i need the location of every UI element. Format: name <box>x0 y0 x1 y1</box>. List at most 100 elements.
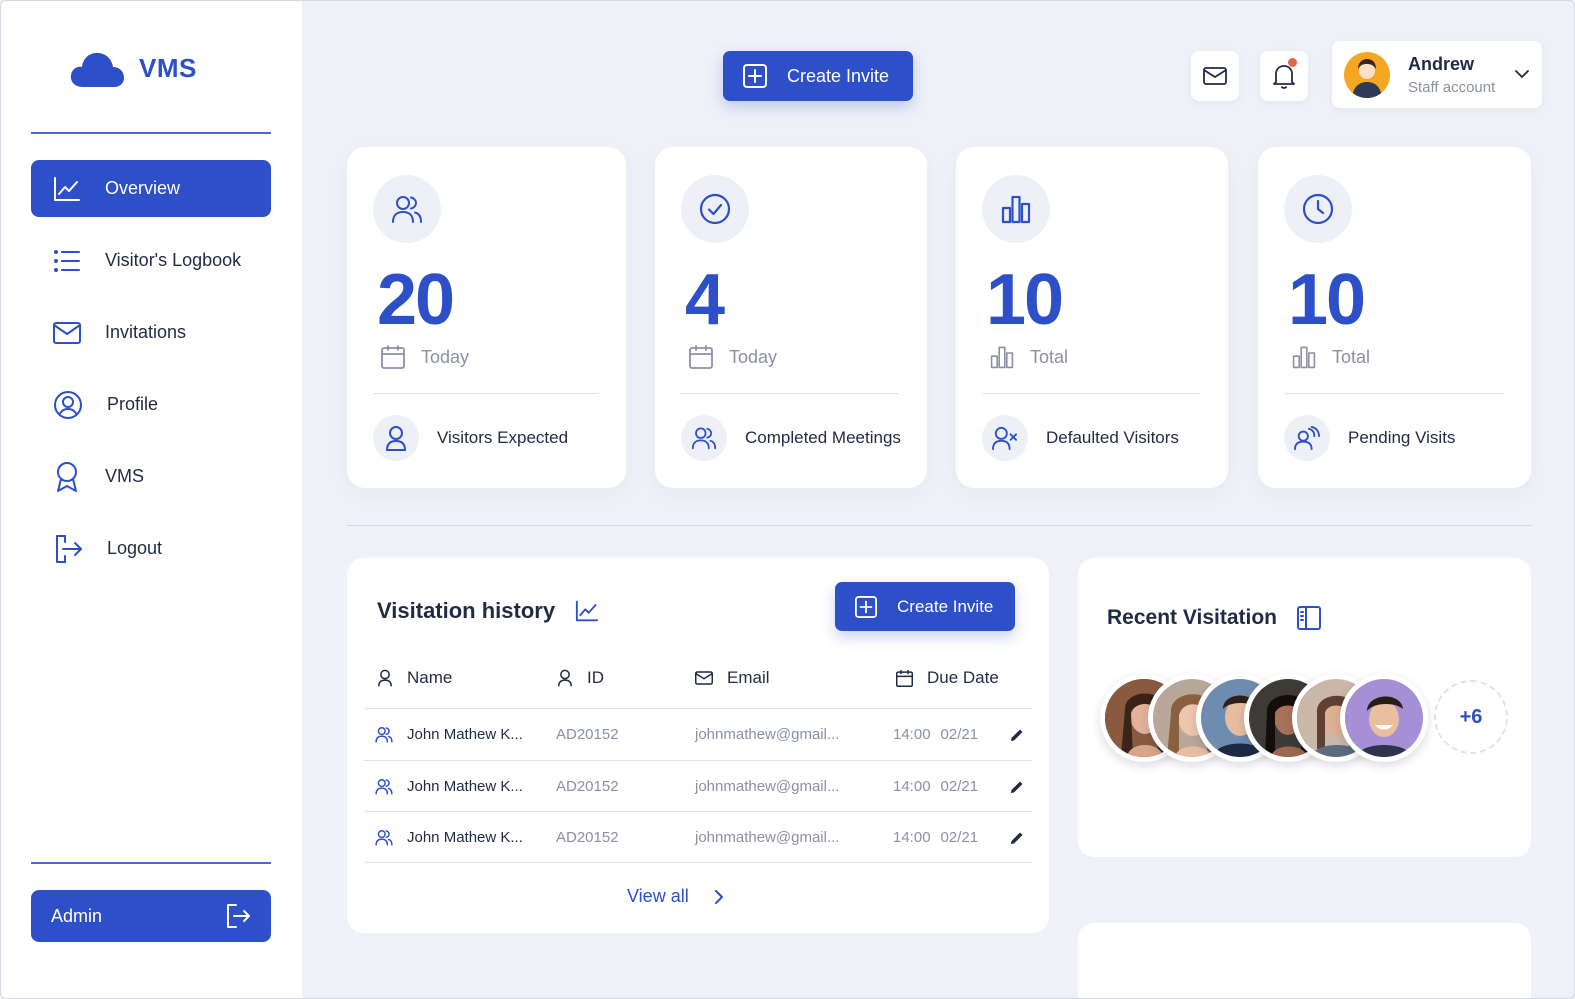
stat-divider <box>982 393 1200 394</box>
stat-footer: Visitors Expected <box>373 415 568 461</box>
stat-card-defaulted-visitors[interactable]: 10 Total Defaulted Visitors <box>956 147 1228 488</box>
stat-label: Defaulted Visitors <box>1046 428 1179 447</box>
user-role: Staff account <box>1408 78 1496 96</box>
logo[interactable]: VMS <box>69 47 197 89</box>
column-header-name[interactable]: Name <box>377 668 452 688</box>
user-circle-icon <box>54 390 82 419</box>
table-row[interactable]: John Mathew K... AD20152 johnmathew@gmai… <box>347 812 1049 863</box>
sidebar-layout-icon <box>1297 606 1321 630</box>
history-create-invite-button[interactable]: Create Invite <box>835 582 1015 631</box>
users-icon <box>375 830 393 846</box>
stat-card-completed-meetings[interactable]: 4 Today Completed Meetings <box>655 147 927 488</box>
stat-card-visitors-expected[interactable]: 20 Today Visitors Expected <box>347 147 626 488</box>
stat-icon <box>373 175 441 243</box>
create-invite-button[interactable]: Create Invite <box>723 51 913 101</box>
sidebar-item-overview[interactable]: Overview <box>31 160 271 217</box>
visitor-avatar-stack: +6 <box>1100 674 1520 764</box>
stat-period: Total <box>1292 345 1370 369</box>
sidebar-item-vms[interactable]: VMS <box>31 448 271 505</box>
logout-icon <box>227 904 250 928</box>
stat-period-label: Total <box>1332 346 1371 367</box>
avatar <box>1344 51 1390 98</box>
column-header-id[interactable]: ID <box>557 668 604 688</box>
column-header-label: ID <box>587 668 604 687</box>
user-icon <box>378 669 392 687</box>
stat-footer: Completed Meetings <box>681 415 901 461</box>
cell-name-text: John Mathew K... <box>407 778 523 795</box>
stat-period-label: Today <box>729 346 778 367</box>
user-icon <box>558 669 572 687</box>
sidebar-divider-top <box>31 132 271 134</box>
stat-period-label: Total <box>1030 346 1069 367</box>
mail-button[interactable] <box>1191 51 1239 101</box>
sidebar-item-profile[interactable]: Profile <box>31 376 271 433</box>
cell-date: 02/21 <box>940 778 979 795</box>
stat-label: Completed Meetings <box>745 428 901 447</box>
logo-text: VMS <box>139 52 197 83</box>
mail-icon <box>1203 67 1227 85</box>
stat-card-pending-visits[interactable]: 10 Total Pending Visits <box>1258 147 1531 488</box>
stat-icon <box>681 175 749 243</box>
visitation-history-panel: Visitation history Create Invite Name ID <box>347 558 1049 933</box>
history-title: Visitation history <box>377 598 599 624</box>
column-header-email[interactable]: Email <box>695 668 770 688</box>
users-icon <box>691 427 717 450</box>
edit-button[interactable] <box>1009 761 1025 812</box>
sidebar-item-invitations[interactable]: Invitations <box>31 304 271 361</box>
sidebar-item-label: Visitor's Logbook <box>105 250 242 270</box>
cell-time: 14:00 <box>893 829 931 846</box>
cell-name: John Mathew K... <box>375 761 523 812</box>
notification-button[interactable] <box>1260 51 1308 101</box>
stat-icon <box>982 175 1050 243</box>
admin-button[interactable]: Admin <box>31 890 271 942</box>
user-info: Andrew Staff account <box>1408 54 1495 96</box>
stat-value: 10 <box>986 260 1064 340</box>
plus-square-icon <box>743 64 767 88</box>
column-header-due-date[interactable]: Due Date <box>896 668 999 688</box>
table-row[interactable]: John Mathew K... AD20152 johnmathew@gmai… <box>347 709 1049 760</box>
edit-button[interactable] <box>1009 709 1025 760</box>
chart-line-icon <box>575 600 599 622</box>
edit-button[interactable] <box>1009 812 1025 863</box>
stat-period-label: Today <box>421 346 470 367</box>
table-row[interactable]: John Mathew K... AD20152 johnmathew@gmai… <box>347 761 1049 812</box>
sidebar-item-label: Invitations <box>105 322 187 342</box>
user-menu[interactable]: Andrew Staff account <box>1332 41 1542 108</box>
cell-due-date: 14:00 02/21 <box>893 709 978 760</box>
stat-footer-icon <box>681 415 727 461</box>
calendar-icon <box>689 345 713 369</box>
user-voice-icon <box>1294 426 1320 450</box>
column-header-label: Due Date <box>927 668 999 687</box>
visitor-avatar[interactable] <box>1340 674 1428 762</box>
sidebar: VMS Overview Visitor's Logbook Invitatio… <box>1 1 302 998</box>
stat-label: Pending Visits <box>1348 428 1456 447</box>
user-icon <box>385 426 407 451</box>
more-visitors-badge[interactable]: +6 <box>1434 680 1508 754</box>
mail-icon <box>53 321 81 344</box>
sidebar-item-label: Overview <box>105 178 181 198</box>
bar-chart-icon <box>1001 195 1031 224</box>
sidebar-item-logout[interactable]: Logout <box>31 520 271 577</box>
stat-footer: Defaulted Visitors <box>982 415 1179 461</box>
users-icon <box>375 727 393 743</box>
chart-line-icon <box>54 176 80 201</box>
sidebar-item-label: Profile <box>107 394 159 414</box>
logout-icon <box>56 534 82 563</box>
stat-value: 20 <box>377 260 455 340</box>
sidebar-divider-bottom <box>31 862 271 864</box>
view-all-link[interactable]: View all <box>627 886 724 907</box>
cloud-icon <box>70 52 124 87</box>
cell-name: John Mathew K... <box>375 812 523 863</box>
stat-value: 4 <box>685 260 725 340</box>
users-icon <box>375 779 393 795</box>
pencil-icon <box>1011 781 1023 793</box>
chevron-down-icon <box>1515 70 1530 78</box>
section-divider <box>347 525 1532 526</box>
app-window: VMS Overview Visitor's Logbook Invitatio… <box>0 0 1575 999</box>
stat-label: Visitors Expected <box>437 428 569 447</box>
sidebar-item-logbook[interactable]: Visitor's Logbook <box>31 232 271 289</box>
sidebar-item-label: Logout <box>107 538 163 558</box>
cell-email: johnmathew@gmail... <box>695 778 840 795</box>
recent-title-text: Recent Visitation <box>1107 606 1277 629</box>
stat-period: Total <box>990 345 1068 369</box>
